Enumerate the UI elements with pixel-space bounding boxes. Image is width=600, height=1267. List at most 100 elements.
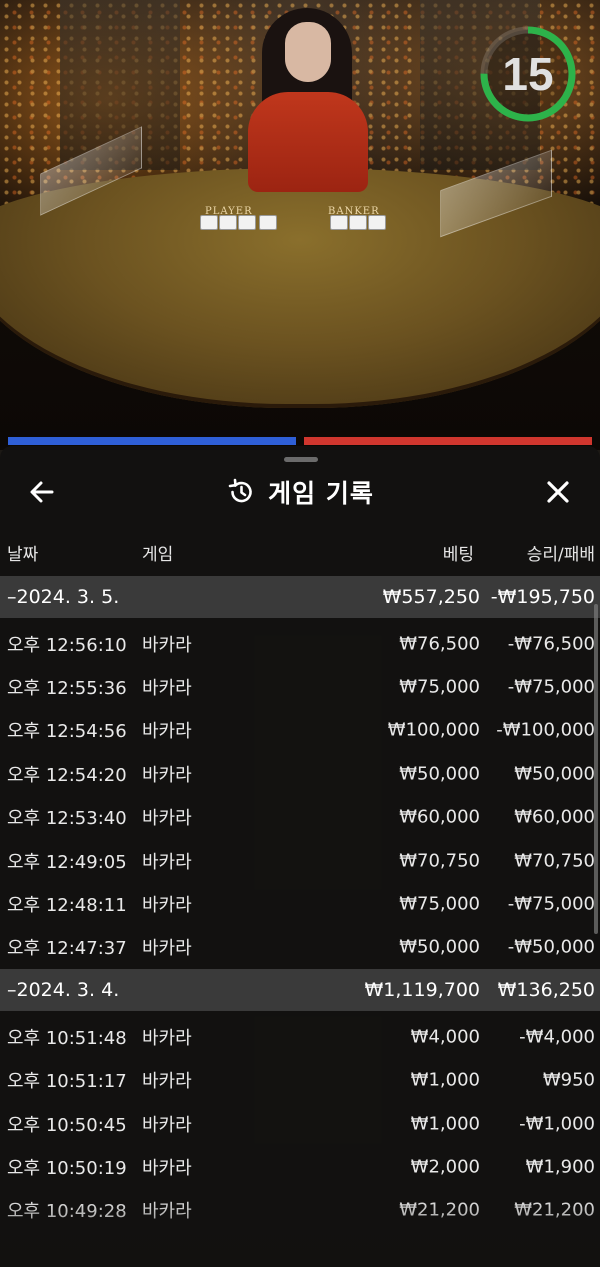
history-row[interactable]: 오후 10:50:19 바카라 ₩2,000 ₩1,900 xyxy=(0,1145,600,1188)
row-result: -₩76,500 xyxy=(507,633,595,655)
dealer-face xyxy=(285,22,331,82)
history-header: 게임 기록 xyxy=(0,464,600,520)
row-time: 오후 10:51:17 xyxy=(7,1071,127,1093)
row-result: ₩21,200 xyxy=(514,1199,595,1221)
row-result: -₩75,000 xyxy=(507,893,595,915)
history-row[interactable]: 오후 12:53:40 바카라 ₩60,000 ₩60,000 xyxy=(0,796,600,839)
row-game: 바카라 xyxy=(142,678,192,700)
row-bet: ₩4,000 xyxy=(410,1026,480,1048)
row-time: 오후 12:55:36 xyxy=(7,678,127,700)
row-bet: ₩1,000 xyxy=(410,1113,480,1135)
row-game: 바카라 xyxy=(142,764,192,786)
sheet-drag-handle[interactable] xyxy=(284,457,318,462)
player-card xyxy=(238,215,256,230)
history-row[interactable]: 오후 10:49:28 바카라 ₩21,200 ₩21,200 xyxy=(0,1189,600,1232)
row-time: 오후 12:53:40 xyxy=(7,808,127,830)
banker-card xyxy=(330,215,348,230)
group-total-result: ₩136,250 xyxy=(497,979,595,1002)
row-result: -₩75,000 xyxy=(507,676,595,698)
row-time: 오후 10:50:45 xyxy=(7,1114,127,1136)
history-row[interactable]: 오후 12:55:36 바카라 ₩75,000 -₩75,000 xyxy=(0,665,600,708)
row-game: 바카라 xyxy=(142,1027,192,1049)
history-list[interactable]: –2024. 3. 5. ₩557,250 -₩195,750 오후 12:56:10… xyxy=(0,576,600,1232)
scrollbar[interactable] xyxy=(594,604,598,934)
row-bet: ₩75,000 xyxy=(399,893,480,915)
date-group-header[interactable]: –2024. 3. 5. ₩557,250 -₩195,750 xyxy=(0,576,600,618)
row-bet: ₩75,000 xyxy=(399,676,480,698)
history-row[interactable]: 오후 10:51:17 바카라 ₩1,000 ₩950 xyxy=(0,1059,600,1102)
dealer-body xyxy=(248,92,368,192)
row-game: 바카라 xyxy=(142,938,192,960)
row-game: 바카라 xyxy=(142,895,192,917)
row-game: 바카라 xyxy=(142,1201,192,1223)
column-header-win-loss: 승리/패배 xyxy=(526,545,595,565)
column-header-date: 날짜 xyxy=(7,545,39,565)
row-bet: ₩60,000 xyxy=(399,806,480,828)
row-game: 바카라 xyxy=(142,1114,192,1136)
live-video-stream: PLAYER BANKER 15 xyxy=(0,0,600,450)
history-clock-icon xyxy=(228,478,252,503)
row-result: -₩4,000 xyxy=(519,1026,595,1048)
history-row[interactable]: 오후 12:54:56 바카라 ₩100,000 -₩100,000 xyxy=(0,709,600,752)
row-game: 바카라 xyxy=(142,1157,192,1179)
row-time: 오후 12:54:56 xyxy=(7,721,127,743)
row-bet: ₩50,000 xyxy=(399,763,480,785)
player-card xyxy=(200,215,218,230)
row-game: 바카라 xyxy=(142,1071,192,1093)
back-button[interactable] xyxy=(26,476,58,508)
row-result: ₩60,000 xyxy=(514,806,595,828)
betting-timer: 15 xyxy=(478,24,578,124)
row-result: ₩50,000 xyxy=(514,763,595,785)
player-card xyxy=(219,215,237,230)
history-row[interactable]: 오후 12:48:11 바카라 ₩75,000 -₩75,000 xyxy=(0,882,600,925)
row-time: 오후 10:49:28 xyxy=(7,1201,127,1223)
row-result: -₩1,000 xyxy=(519,1113,595,1135)
row-game: 바카라 xyxy=(142,851,192,873)
arrow-left-icon xyxy=(30,481,54,503)
player-bet-strip xyxy=(8,437,296,445)
history-row[interactable]: 오후 12:49:05 바카라 ₩70,750 ₩70,750 xyxy=(0,839,600,882)
history-row[interactable]: 오후 12:56:10 바카라 ₩76,500 -₩76,500 xyxy=(0,622,600,665)
group-total-result: -₩195,750 xyxy=(490,586,595,608)
row-time: 오후 12:48:11 xyxy=(7,895,127,917)
row-bet: ₩2,000 xyxy=(410,1156,480,1178)
column-header-game: 게임 xyxy=(142,545,174,565)
history-row[interactable]: 오후 10:51:48 바카라 ₩4,000 -₩4,000 xyxy=(0,1015,600,1058)
banker-card xyxy=(368,215,386,230)
group-total-bet: ₩1,119,700 xyxy=(364,979,480,1002)
row-result: -₩50,000 xyxy=(507,936,595,958)
group-date: –2024. 3. 4. xyxy=(7,979,120,1002)
column-header-bet: 베팅 xyxy=(442,545,474,565)
history-row[interactable]: 오후 12:54:20 바카라 ₩50,000 ₩50,000 xyxy=(0,752,600,795)
row-result: ₩950 xyxy=(542,1069,595,1091)
row-bet: ₩70,750 xyxy=(399,850,480,872)
row-result: ₩70,750 xyxy=(514,850,595,872)
row-bet: ₩1,000 xyxy=(410,1069,480,1091)
banker-bet-strip xyxy=(304,437,592,445)
history-row[interactable]: 오후 10:50:45 바카라 ₩1,000 -₩1,000 xyxy=(0,1102,600,1145)
row-bet: ₩21,200 xyxy=(399,1199,480,1221)
group-total-bet: ₩557,250 xyxy=(382,586,480,608)
banker-card xyxy=(349,215,367,230)
row-game: 바카라 xyxy=(142,634,192,656)
row-time: 오후 12:49:05 xyxy=(7,851,127,873)
row-time: 오후 10:50:19 xyxy=(7,1157,127,1179)
date-group-header[interactable]: –2024. 3. 4. ₩1,119,700 ₩136,250 xyxy=(0,969,600,1012)
history-title: 게임 기록 xyxy=(268,479,374,508)
row-result: -₩100,000 xyxy=(496,719,595,741)
row-time: 오후 12:47:37 xyxy=(7,938,127,960)
close-icon xyxy=(547,481,569,503)
row-time: 오후 10:51:48 xyxy=(7,1027,127,1049)
row-bet: ₩100,000 xyxy=(387,719,480,741)
timer-countdown: 15 xyxy=(502,48,554,100)
game-history-panel: 게임 기록 날짜 게임 베팅 승리/패배 –2024. 3. 5. ₩557,25… xyxy=(0,446,600,1267)
row-time: 오후 12:56:10 xyxy=(7,634,127,656)
close-button[interactable] xyxy=(542,476,574,508)
row-result: ₩1,900 xyxy=(525,1156,595,1178)
player-card xyxy=(259,215,277,230)
group-date: –2024. 3. 5. xyxy=(7,586,120,608)
row-bet: ₩50,000 xyxy=(399,936,480,958)
history-row[interactable]: 오후 12:47:37 바카라 ₩50,000 -₩50,000 xyxy=(0,926,600,969)
row-bet: ₩76,500 xyxy=(399,633,480,655)
row-time: 오후 12:54:20 xyxy=(7,764,127,786)
